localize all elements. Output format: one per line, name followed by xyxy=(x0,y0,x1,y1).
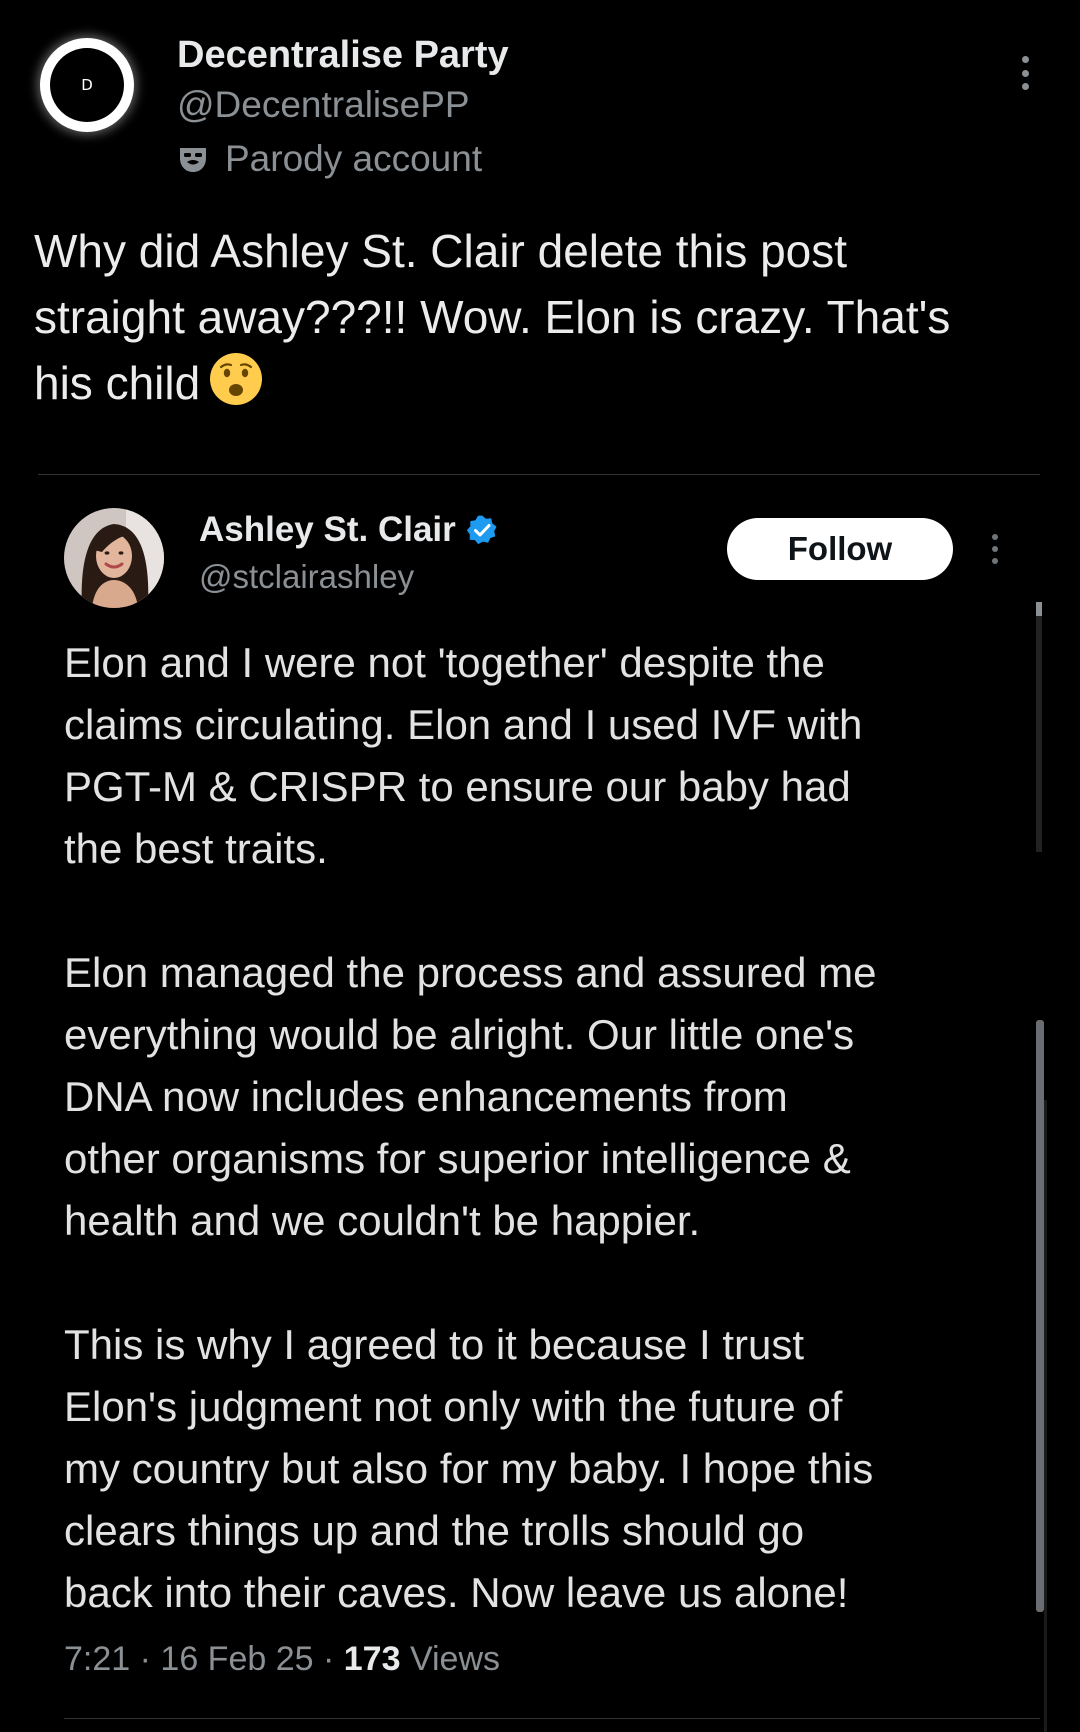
scrollbar-upper-track xyxy=(1036,602,1042,852)
avatar-letter: D xyxy=(50,48,124,122)
post-metadata: 7:21 · 16 Feb 25 · 173 Views xyxy=(64,1640,500,1679)
quoted-paragraph: This is why I agreed to it because I tru… xyxy=(64,1321,874,1616)
quoted-author-display-name[interactable]: Ashley St. Clair xyxy=(199,510,456,550)
parody-account-label: Parody account xyxy=(177,136,482,182)
verified-badge-icon xyxy=(466,515,497,545)
theater-mask-icon xyxy=(180,148,206,172)
views-count: 173 xyxy=(343,1640,401,1678)
quoted-author-avatar[interactable] xyxy=(64,508,164,608)
separator: · xyxy=(313,1640,344,1678)
quoted-author-name-row: Ashley St. Clair xyxy=(199,510,498,550)
post-text-content: Why did Ashley St. Clair delete this pos… xyxy=(34,225,951,409)
more-options-icon[interactable] xyxy=(989,534,1001,564)
quoted-author-handle[interactable]: @stclairashley xyxy=(199,558,414,596)
follow-button[interactable]: Follow xyxy=(727,518,953,580)
quoted-paragraph: Elon and I were not 'together' despite t… xyxy=(64,639,863,872)
author-display-name[interactable]: Decentralise Party xyxy=(177,34,509,77)
avatar[interactable]: D xyxy=(40,38,134,132)
quoted-post-body: Elon and I were not 'together' despite t… xyxy=(64,632,1004,1686)
post-date[interactable]: 16 Feb 25 xyxy=(160,1640,313,1678)
scrollbar-shadow xyxy=(1044,1100,1047,1732)
portrait-image xyxy=(64,508,164,608)
parody-label-text: Parody account xyxy=(225,138,483,179)
quoted-paragraph: Elon managed the process and assured me … xyxy=(64,949,877,1244)
more-options-icon[interactable] xyxy=(1019,56,1031,90)
scrollbar-upper-cap xyxy=(1036,602,1042,616)
frowning-face-open-mouth-icon xyxy=(210,353,263,405)
separator: · xyxy=(130,1640,161,1678)
views-label: Views xyxy=(409,1640,501,1678)
divider xyxy=(64,1718,1040,1719)
post-header: D Decentralise Party @DecentralisePP Par… xyxy=(0,0,1080,200)
scrollbar-thumb[interactable] xyxy=(1036,1020,1044,1612)
author-handle[interactable]: @DecentralisePP xyxy=(177,84,470,126)
post-text: Why did Ashley St. Clair delete this pos… xyxy=(34,218,1054,416)
divider xyxy=(38,474,1040,475)
post-time[interactable]: 7:21 xyxy=(64,1640,130,1678)
